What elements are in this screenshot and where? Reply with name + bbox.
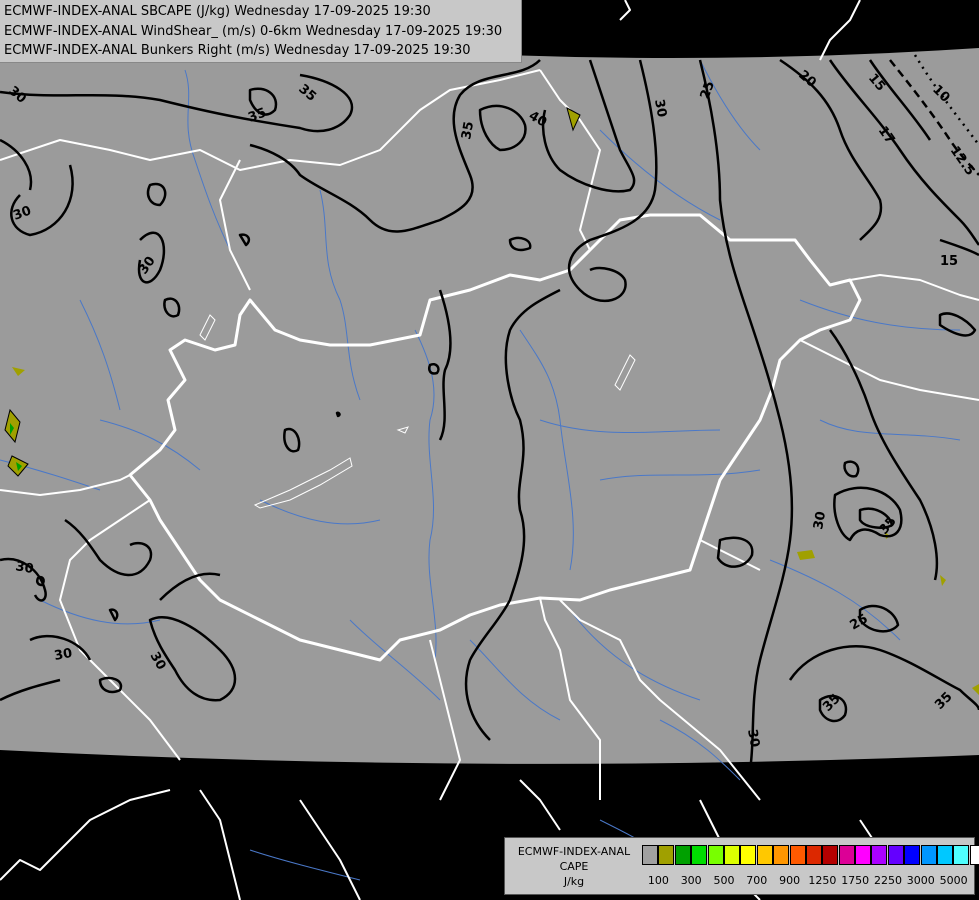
legend-tick-label: 1750 — [841, 874, 870, 887]
legend-tick-label: 1250 — [808, 874, 837, 887]
legend-tick-label: 700 — [746, 874, 768, 887]
legend-tick-label: 100 — [647, 874, 669, 887]
legend-swatch — [658, 845, 675, 865]
legend-swatch — [723, 845, 740, 865]
legend-swatch — [838, 845, 855, 865]
legend-swatch — [674, 845, 691, 865]
title-line-sbcape: ECMWF-INDEX-ANAL SBCAPE (J/kg) Wednesday… — [4, 4, 431, 19]
legend-swatch — [855, 845, 872, 865]
legend-swatch — [920, 845, 937, 865]
legend-title-variable: CAPE — [559, 860, 589, 873]
contour-label: 30 — [53, 646, 73, 664]
legend-swatch — [887, 845, 904, 865]
legend-tick-label: 500 — [713, 874, 735, 887]
legend-swatch — [740, 845, 757, 865]
legend-tick-label: 3000 — [906, 874, 935, 887]
contour-label: 30 — [651, 98, 669, 118]
legend-tick-label: 5000 — [939, 874, 968, 887]
legend-swatch — [805, 845, 822, 865]
contour-label: 35 — [459, 120, 477, 140]
legend-swatch — [822, 845, 839, 865]
cape-legend: ECMWF-INDEX-ANAL CAPE J/kg 100 300 500 700 9… — [504, 837, 979, 895]
legend-title-model: ECMWF-INDEX-ANAL — [517, 845, 631, 858]
title-line-windshear: ECMWF-INDEX-ANAL WindShear_ (m/s) 0-6km … — [4, 23, 503, 39]
forecast-map: 30 35 35 35 40 30 25 20 15 17 10 12.5 30… — [0, 0, 979, 900]
contour-label: 15 — [940, 254, 958, 269]
legend-swatch — [871, 845, 888, 865]
legend-title: ECMWF-INDEX-ANAL CAPE J/kg — [509, 844, 639, 889]
legend-color-scale — [642, 845, 979, 866]
legend-swatch — [707, 845, 724, 865]
map-title-panel: ECMWF-INDEX-ANAL SBCAPE (J/kg) Wednesday… — [0, 0, 522, 63]
legend-swatch — [937, 845, 954, 865]
legend-tick-label: 2250 — [874, 874, 902, 887]
legend-swatch — [773, 845, 790, 865]
legend-swatch — [691, 845, 708, 865]
title-line-bunkers: ECMWF-INDEX-ANAL Bunkers Right (m/s) Wed… — [4, 43, 471, 58]
legend-swatch — [756, 845, 773, 865]
legend-swatch — [904, 845, 921, 865]
legend-swatch — [789, 845, 806, 865]
legend-swatch — [969, 845, 979, 865]
legend-swatch — [642, 845, 658, 865]
legend-tick-label: 300 — [680, 874, 702, 887]
contour-label: 30 — [811, 510, 829, 530]
legend-tick-labels: 100 300 500 700 900 1250 1750 2250 3000 5000 — [642, 874, 972, 890]
contour-label: 30 — [744, 728, 762, 748]
legend-title-units: J/kg — [563, 875, 585, 888]
legend-swatch — [953, 845, 970, 865]
contour-label: 30 — [14, 559, 34, 577]
legend-tick-label: 900 — [779, 874, 801, 887]
